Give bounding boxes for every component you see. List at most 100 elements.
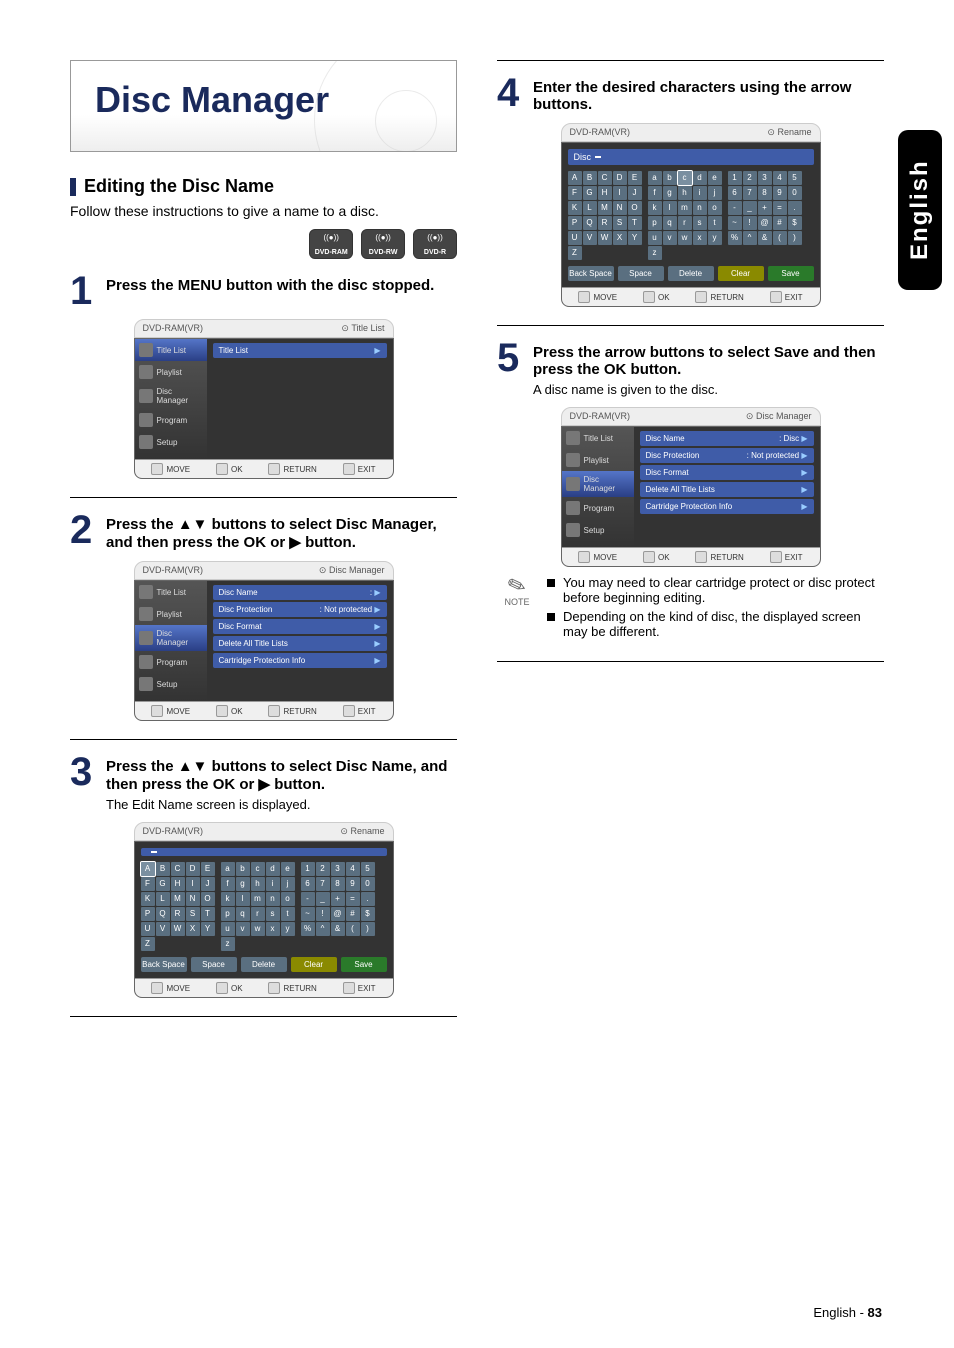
key[interactable]: 9 [773,186,787,200]
key[interactable]: U [568,231,582,245]
key[interactable]: I [186,877,200,891]
key[interactable]: 8 [331,877,345,891]
key[interactable]: b [663,171,677,185]
kb-space[interactable]: Space [191,957,237,972]
key[interactable]: g [236,877,250,891]
sidebar-item-setup[interactable]: Setup [135,673,207,695]
key[interactable]: n [693,201,707,215]
key[interactable]: w [678,231,692,245]
key[interactable]: 6 [301,877,315,891]
key[interactable]: B [583,171,597,185]
key[interactable]: 5 [361,862,375,876]
key[interactable]: 8 [758,186,772,200]
key[interactable]: a [648,171,662,185]
sidebar-item-setup[interactable]: Setup [135,431,207,453]
key[interactable]: ^ [743,231,757,245]
key[interactable]: W [171,922,185,936]
key[interactable]: m [251,892,265,906]
key[interactable]: z [221,937,235,951]
key[interactable]: 1 [728,171,742,185]
key[interactable]: 1 [301,862,315,876]
osd-row-title-list[interactable]: Title List▶ [213,343,387,358]
key[interactable]: X [613,231,627,245]
key[interactable]: 4 [773,171,787,185]
osd-row[interactable]: Disc Format▶ [640,465,814,480]
key[interactable]: P [141,907,155,921]
key[interactable]: . [788,201,802,215]
key[interactable]: ) [788,231,802,245]
key[interactable]: S [186,907,200,921]
key[interactable]: u [221,922,235,936]
key[interactable]: ! [743,216,757,230]
key[interactable]: A [568,171,582,185]
kb-space[interactable]: Space [618,266,664,281]
osd-row[interactable]: Disc Protection: Not protected ▶ [640,448,814,463]
key[interactable]: $ [361,907,375,921]
sidebar-item-playlist[interactable]: Playlist [135,603,207,625]
key[interactable]: p [221,907,235,921]
osd-row[interactable]: Disc Name: ▶ [213,585,387,600]
key[interactable]: Z [568,246,582,260]
kb-clear[interactable]: Clear [291,957,337,972]
key[interactable]: P [568,216,582,230]
sidebar-item-program[interactable]: Program [135,409,207,431]
key[interactable]: d [693,171,707,185]
key[interactable]: Y [628,231,642,245]
key[interactable]: i [693,186,707,200]
key[interactable]: b [236,862,250,876]
key[interactable]: 2 [743,171,757,185]
key[interactable]: q [663,216,677,230]
key[interactable]: K [568,201,582,215]
rename-input[interactable] [141,848,387,856]
sidebar-item-playlist[interactable]: Playlist [135,361,207,383]
key[interactable]: h [678,186,692,200]
key[interactable]: _ [743,201,757,215]
key[interactable]: q [236,907,250,921]
key[interactable]: f [648,186,662,200]
keyboard-lower[interactable]: abcdefghijklmnopqrstuvwxyz [221,862,295,951]
key[interactable]: p [648,216,662,230]
key[interactable]: x [266,922,280,936]
key[interactable]: v [663,231,677,245]
key[interactable]: u [648,231,662,245]
key[interactable]: @ [758,216,772,230]
key[interactable]: V [583,231,597,245]
keyboard-symbols[interactable]: 1234567890-_+=.~!@#$%^&() [301,862,375,951]
key[interactable]: s [693,216,707,230]
osd-row[interactable]: Cartridge Protection Info▶ [213,653,387,668]
keyboard-upper[interactable]: ABCDEFGHIJKLMNOPQRSTUVWXYZ [568,171,642,260]
key[interactable]: = [346,892,360,906]
key[interactable]: _ [316,892,330,906]
key[interactable]: L [583,201,597,215]
key[interactable]: J [201,877,215,891]
key[interactable]: f [221,877,235,891]
key[interactable]: % [728,231,742,245]
key[interactable]: 7 [743,186,757,200]
key[interactable]: 0 [361,877,375,891]
key[interactable]: 9 [346,877,360,891]
key[interactable]: ( [773,231,787,245]
key[interactable]: w [251,922,265,936]
key[interactable]: M [171,892,185,906]
keyboard-upper[interactable]: ABCDEFGHIJKLMNOPQRSTUVWXYZ [141,862,215,951]
key[interactable]: $ [788,216,802,230]
key[interactable]: C [598,171,612,185]
key[interactable]: J [628,186,642,200]
sidebar-item-title-list[interactable]: Title List [135,339,207,361]
key[interactable]: i [266,877,280,891]
sidebar-item-playlist[interactable]: Playlist [562,449,634,471]
key[interactable]: N [186,892,200,906]
sidebar-item-title-list[interactable]: Title List [562,427,634,449]
sidebar-item-disc-manager[interactable]: Disc Manager [135,383,207,409]
sidebar-item-title-list[interactable]: Title List [135,581,207,603]
key[interactable]: H [598,186,612,200]
key[interactable]: h [251,877,265,891]
key[interactable]: I [613,186,627,200]
key[interactable]: % [301,922,315,936]
key[interactable]: E [628,171,642,185]
key[interactable]: ! [316,907,330,921]
kb-backspace[interactable]: Back Space [141,957,187,972]
key[interactable]: c [678,171,692,185]
key[interactable]: F [141,877,155,891]
key[interactable]: m [678,201,692,215]
